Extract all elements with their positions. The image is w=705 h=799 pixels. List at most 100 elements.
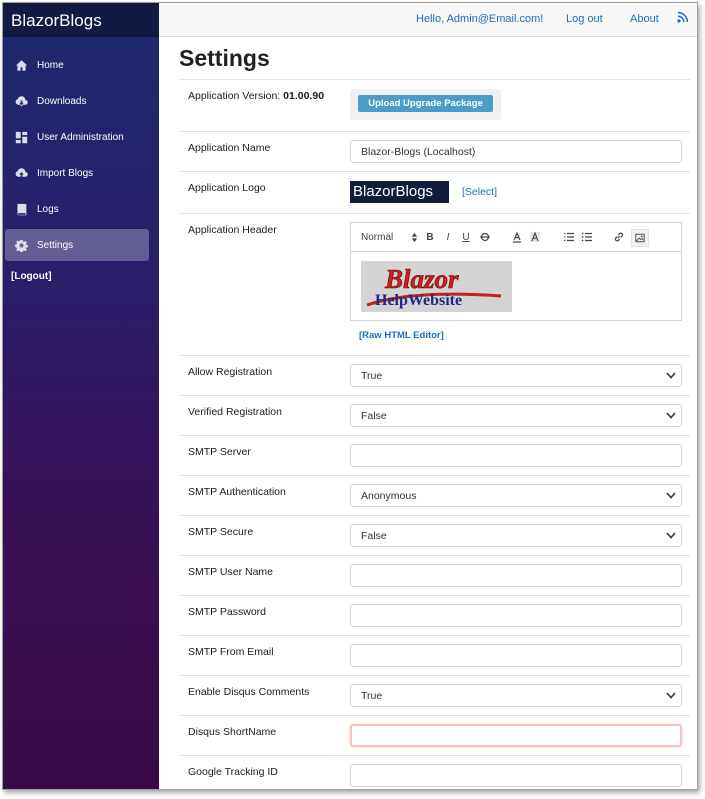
bold-button[interactable]: B [424, 230, 436, 244]
sidebar-item-logs[interactable]: Logs [5, 193, 149, 225]
raw-html-editor-link[interactable]: [Raw HTML Editor] [359, 330, 444, 341]
rich-text-editor: Normal B I U Blazor HelpWebsite [350, 222, 682, 321]
upgrade-panel: Upload Upgrade Package [350, 89, 501, 120]
select-logo-link[interactable]: [Select] [462, 186, 497, 198]
chevron-down-icon [666, 371, 676, 380]
settings-fields: Allow Registration True Verified Registrat… [179, 356, 690, 789]
field-label: Application Name [188, 142, 271, 154]
cloud-download-icon [14, 94, 28, 108]
sidebar-item-settings[interactable]: Settings [5, 229, 149, 261]
image-icon[interactable] [631, 229, 649, 247]
field-label: SMTP From Email [188, 646, 274, 658]
sidebar-item-label: Logs [37, 203, 59, 215]
row-enable-disqus-comments: Enable Disqus Comments True [179, 676, 690, 716]
field-label: Google Tracking ID [188, 766, 278, 778]
sidebar-item-home[interactable]: Home [5, 49, 149, 81]
field-label: Application Logo [188, 182, 266, 194]
row-google-tracking-id: Google Tracking ID [179, 756, 690, 789]
smtp-password-input[interactable] [350, 604, 682, 627]
row-smtp-secure: SMTP Secure False [179, 516, 690, 556]
home-icon [14, 58, 28, 72]
sidebar-item-downloads[interactable]: Downloads [5, 85, 149, 117]
field-value: False [361, 530, 387, 542]
settings-main: Settings Application Version: 01.00.90 U… [179, 37, 690, 789]
italic-button[interactable]: I [442, 230, 454, 244]
sidebar-item-user-administration[interactable]: User Administration [5, 121, 149, 153]
header-image-text-1: Blazor [384, 264, 459, 294]
field-label: SMTP Server [188, 446, 251, 458]
field-label: Verified Registration [188, 406, 282, 418]
dashboard-icon [14, 130, 28, 144]
upload-upgrade-package-button[interactable]: Upload Upgrade Package [358, 95, 493, 112]
allow-registration-select[interactable]: True [350, 364, 682, 387]
sidebar-item-label: Home [37, 59, 64, 71]
text-color-icon[interactable] [511, 230, 523, 244]
sidebar-item-label: Downloads [37, 95, 87, 107]
bullet-list-icon[interactable] [581, 230, 593, 244]
smtp-user-name-input[interactable] [350, 564, 682, 587]
header-image-text-2: HelpWebsite [375, 292, 462, 309]
background-color-icon[interactable] [529, 230, 541, 244]
sidebar-logout-link[interactable]: [Logout] [11, 271, 159, 282]
underline-button[interactable]: U [460, 230, 472, 244]
field-value: True [361, 370, 383, 382]
row-disqus-shortname: Disqus ShortName [179, 716, 690, 756]
google-tracking-id-input[interactable] [350, 764, 682, 787]
disqus-shortname-input[interactable] [350, 724, 682, 747]
row-allow-registration: Allow Registration True [179, 356, 690, 396]
logout-link[interactable]: Log out [566, 13, 603, 25]
version-label: Application Version: 01.00.90 [188, 90, 325, 102]
sidebar-item-import-blogs[interactable]: Import Blogs [5, 157, 149, 189]
editor-content[interactable]: Blazor HelpWebsite [351, 252, 681, 320]
version-value: 01.00.90 [283, 90, 325, 102]
field-label: Allow Registration [188, 366, 273, 378]
row-application-version: Application Version: 01.00.90 Upload Upg… [179, 80, 690, 132]
row-smtp-password: SMTP Password [179, 596, 690, 636]
sidebar-item-label: Import Blogs [37, 167, 94, 179]
app-window: BlazorBlogs Home Downloads User Administ… [2, 2, 698, 790]
smtp-server-input[interactable] [350, 444, 682, 467]
row-smtp-from-email: SMTP From Email [179, 636, 690, 676]
chevron-down-icon [666, 491, 676, 500]
field-label: SMTP User Name [188, 566, 273, 578]
brand-title[interactable]: BlazorBlogs [3, 3, 159, 37]
field-value: True [361, 690, 383, 702]
field-label: Application Header [188, 224, 277, 236]
book-icon [14, 202, 28, 216]
gear-icon [14, 238, 28, 252]
row-smtp-authentication: SMTP Authentication Anonymous [179, 476, 690, 516]
smtp-from-email-input[interactable] [350, 644, 682, 667]
link-icon[interactable] [613, 230, 625, 244]
field-label: SMTP Authentication [188, 486, 286, 498]
about-link[interactable]: About [630, 13, 659, 25]
updown-arrows-icon [411, 232, 418, 242]
editor-toolbar: Normal B I U [351, 223, 681, 252]
cloud-upload-icon [14, 166, 28, 180]
row-smtp-server: SMTP Server [179, 436, 690, 476]
sidebar-nav: Home Downloads User Administration Impor… [3, 37, 159, 261]
user-greeting-link[interactable]: Hello, Admin@Email.com! [416, 13, 543, 25]
sidebar-item-label: Settings [37, 239, 74, 251]
row-smtp-user-name: SMTP User Name [179, 556, 690, 596]
strikethrough-icon[interactable] [479, 230, 491, 244]
field-label: SMTP Secure [188, 526, 254, 538]
row-application-header: Application Header Normal B I U Blazor H… [179, 214, 690, 356]
field-label: Disqus ShortName [188, 726, 277, 738]
rss-icon[interactable] [677, 11, 689, 23]
smtp-secure-select[interactable]: False [350, 524, 682, 547]
page-title: Settings [179, 45, 270, 71]
ordered-list-icon[interactable] [563, 230, 575, 244]
application-name-input[interactable]: Blazor-Blogs (Localhost) [350, 140, 682, 163]
chevron-down-icon [666, 411, 676, 420]
field-value: False [361, 410, 387, 422]
chevron-down-icon [666, 531, 676, 540]
enable-disqus-comments-select[interactable]: True [350, 684, 682, 707]
format-select[interactable]: Normal [361, 230, 421, 244]
smtp-authentication-select[interactable]: Anonymous [350, 484, 682, 507]
field-label: SMTP Password [188, 606, 266, 618]
verified-registration-select[interactable]: False [350, 404, 682, 427]
sidebar: BlazorBlogs Home Downloads User Administ… [3, 3, 159, 789]
application-logo-image: BlazorBlogs [350, 181, 449, 203]
header-logo-image: Blazor HelpWebsite [361, 261, 512, 312]
top-bar: Hello, Admin@Email.com! Log out About [159, 3, 697, 37]
